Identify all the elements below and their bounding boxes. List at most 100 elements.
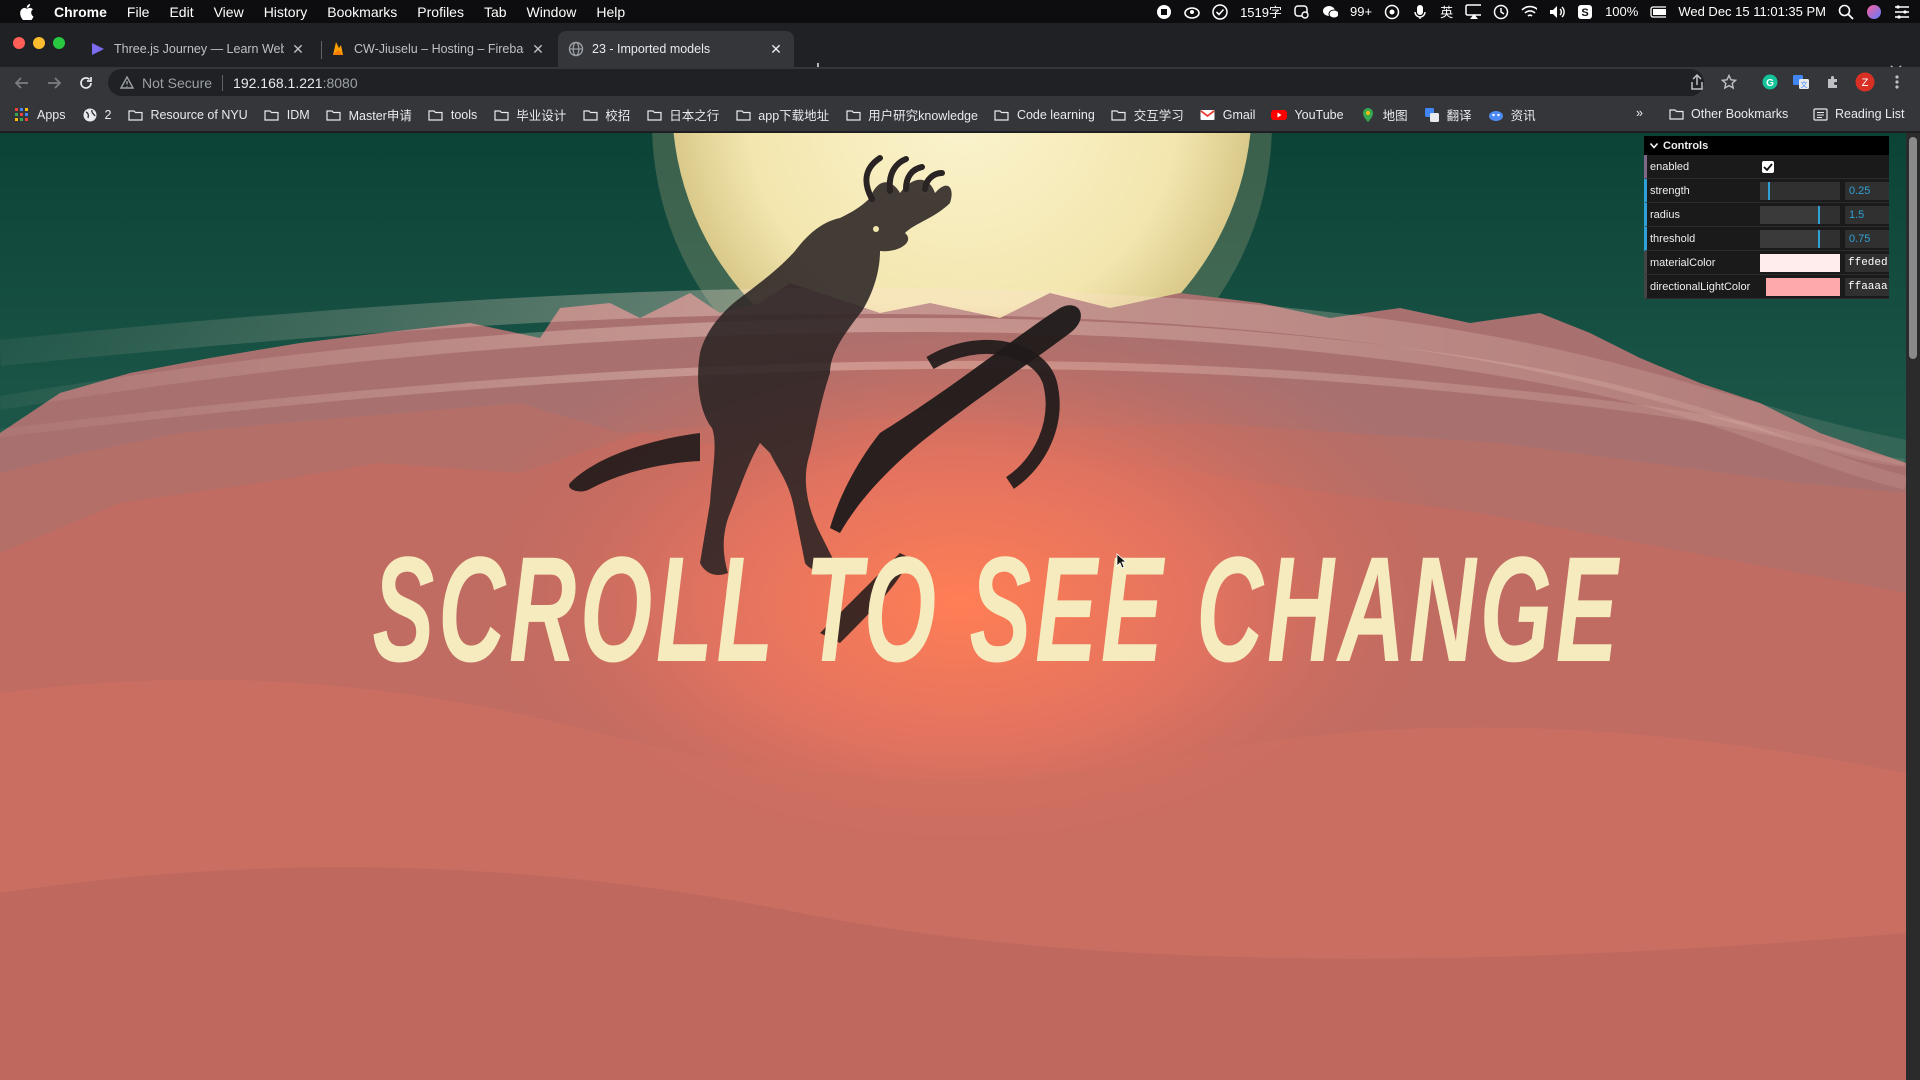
warning-triangle-icon[interactable]: [120, 76, 134, 90]
security-status-label[interactable]: Not Secure: [142, 75, 212, 91]
controls-folder-header[interactable]: Controls: [1644, 136, 1889, 155]
news-icon: [1488, 107, 1504, 123]
bookmark-folder-graduation-design[interactable]: 毕业设计: [493, 105, 566, 124]
battery-percent[interactable]: 100%: [1605, 4, 1638, 19]
bookmark-news[interactable]: 资讯: [1488, 105, 1536, 124]
menu-view[interactable]: View: [214, 4, 244, 20]
zoom-window-button[interactable]: [53, 37, 65, 49]
menu-app-name[interactable]: Chrome: [54, 4, 107, 20]
bookmark-maps[interactable]: 地图: [1360, 105, 1408, 124]
bookmark-2[interactable]: 2: [82, 107, 111, 123]
material-color-swatch[interactable]: [1760, 254, 1840, 272]
menubar-clock[interactable]: Wed Dec 15 11:01:35 PM: [1678, 4, 1826, 19]
apple-logo-icon[interactable]: [18, 3, 36, 21]
directional-light-color-hex-input[interactable]: ffaaaa: [1845, 278, 1889, 296]
menu-tab[interactable]: Tab: [484, 4, 507, 20]
bookmark-folder-tools[interactable]: tools: [428, 107, 477, 123]
bookmark-folder-master[interactable]: Master申请: [326, 105, 412, 124]
bookmark-youtube[interactable]: YouTube: [1271, 107, 1344, 123]
radius-slider-fill: [1760, 206, 1820, 224]
folder-icon: [1668, 106, 1684, 122]
close-tab-icon[interactable]: ✕: [290, 41, 306, 57]
menu-edit[interactable]: Edit: [169, 4, 193, 20]
share-icon[interactable]: [1687, 72, 1707, 92]
threshold-slider[interactable]: [1760, 230, 1840, 248]
creative-cloud-icon[interactable]: [1184, 4, 1200, 20]
page-scrollbar[interactable]: [1906, 133, 1920, 1080]
menu-window[interactable]: Window: [527, 4, 577, 20]
url-host[interactable]: 192.168.1.221: [233, 75, 323, 91]
bookmark-gmail[interactable]: Gmail: [1200, 107, 1255, 123]
scrollbar-thumb[interactable]: [1909, 137, 1917, 359]
bookmark-label: 地图: [1382, 109, 1408, 123]
strength-value-input[interactable]: 0.25: [1845, 182, 1889, 200]
wechat-icon[interactable]: [1322, 4, 1338, 20]
bookmark-folder-app-download[interactable]: app下载地址: [735, 105, 829, 124]
bookmark-label: 毕业设计: [516, 109, 567, 123]
webgl-canvas[interactable]: SCROLL TO SEE CHANGE: [0, 133, 1906, 1080]
strength-slider[interactable]: [1760, 182, 1840, 200]
reload-icon[interactable]: [76, 73, 96, 93]
chrome-menu-icon[interactable]: [1887, 72, 1907, 92]
directional-light-color-swatch[interactable]: [1766, 278, 1840, 296]
volume-icon[interactable]: [1549, 4, 1565, 20]
control-center-icon[interactable]: [1894, 4, 1910, 20]
forward-arrow-icon[interactable]: [44, 73, 64, 93]
enabled-checkbox[interactable]: [1762, 161, 1774, 173]
bookmark-translate[interactable]: 翻译: [1424, 105, 1472, 124]
time-machine-icon[interactable]: [1493, 4, 1509, 20]
other-bookmarks[interactable]: Other Bookmarks: [1668, 106, 1788, 122]
menu-bookmarks[interactable]: Bookmarks: [327, 4, 397, 20]
bookmarks-overflow-chevron[interactable]: »: [1636, 106, 1643, 120]
spotlight-search-icon[interactable]: [1838, 4, 1854, 20]
menu-file[interactable]: File: [127, 4, 150, 20]
menu-history[interactable]: History: [264, 4, 308, 20]
radius-slider[interactable]: [1760, 206, 1840, 224]
menu-profiles[interactable]: Profiles: [417, 4, 464, 20]
bookmark-folder-code-learning[interactable]: Code learning: [994, 107, 1095, 123]
grammarly-extension-icon[interactable]: G: [1760, 72, 1780, 92]
address-bar[interactable]: Not Secure 192.168.1.221:8080: [108, 69, 1704, 96]
airplay-icon[interactable]: [1465, 3, 1482, 20]
control-label: enabled: [1650, 160, 1690, 173]
reading-list[interactable]: Reading List: [1812, 106, 1905, 122]
word-count-text[interactable]: 1519字: [1240, 2, 1282, 21]
control-enabled: enabled: [1644, 155, 1889, 179]
tab-firebase-hosting[interactable]: CW-Jiuselu – Hosting – Firebase ✕: [320, 31, 556, 67]
tab-threejs-journey[interactable]: Three.js Journey — Learn Web ✕: [80, 31, 316, 67]
close-window-button[interactable]: [13, 37, 25, 49]
vpn-icon[interactable]: [1384, 4, 1400, 20]
bookmark-folder-interaction-learning[interactable]: 交互学习: [1111, 105, 1184, 124]
translate-extension-icon[interactable]: 文: [1791, 72, 1811, 92]
bookmark-folder-user-research[interactable]: 用户研究knowledge: [845, 105, 978, 124]
wifi-icon[interactable]: [1521, 4, 1538, 20]
url-port[interactable]: :8080: [323, 75, 358, 91]
bookmark-folder-resource-of-nyu[interactable]: Resource of NYU: [127, 107, 248, 123]
profile-avatar[interactable]: Z: [1855, 72, 1875, 92]
bookmark-star-icon[interactable]: [1719, 72, 1739, 92]
siri-icon[interactable]: [1866, 4, 1882, 20]
radius-value-input[interactable]: 1.5: [1845, 206, 1889, 224]
material-color-hex-input[interactable]: ffeded: [1845, 254, 1889, 272]
close-tab-icon[interactable]: ✕: [530, 41, 546, 57]
close-tab-icon[interactable]: ✕: [768, 41, 784, 57]
app-s-icon[interactable]: S: [1577, 4, 1593, 20]
battery-icon[interactable]: [1650, 4, 1667, 20]
microphone-icon[interactable]: [1412, 4, 1428, 20]
threshold-value-input[interactable]: 0.75: [1845, 230, 1889, 248]
bookmark-folder-japan-trip[interactable]: 日本之行: [646, 105, 719, 124]
screen-record-icon[interactable]: [1156, 4, 1172, 20]
task-check-icon[interactable]: [1212, 3, 1228, 20]
tab-imported-models[interactable]: 23 - Imported models ✕: [558, 31, 794, 67]
input-method-indicator[interactable]: 英: [1440, 2, 1453, 21]
bookmark-folder-idm[interactable]: IDM: [264, 107, 310, 123]
minimize-window-button[interactable]: [33, 37, 45, 49]
bookmark-apps[interactable]: Apps: [14, 107, 66, 123]
menu-help[interactable]: Help: [596, 4, 625, 20]
scroll-prompt-headline: SCROLL TO SEE CHANGE: [372, 525, 1622, 693]
bookmark-folder-campus-recruiting[interactable]: 校招: [582, 105, 630, 124]
folder-icon: [326, 107, 342, 123]
chat-search-icon[interactable]: [1294, 4, 1310, 20]
extensions-puzzle-icon[interactable]: [1823, 72, 1843, 92]
back-arrow-icon[interactable]: [12, 73, 32, 93]
